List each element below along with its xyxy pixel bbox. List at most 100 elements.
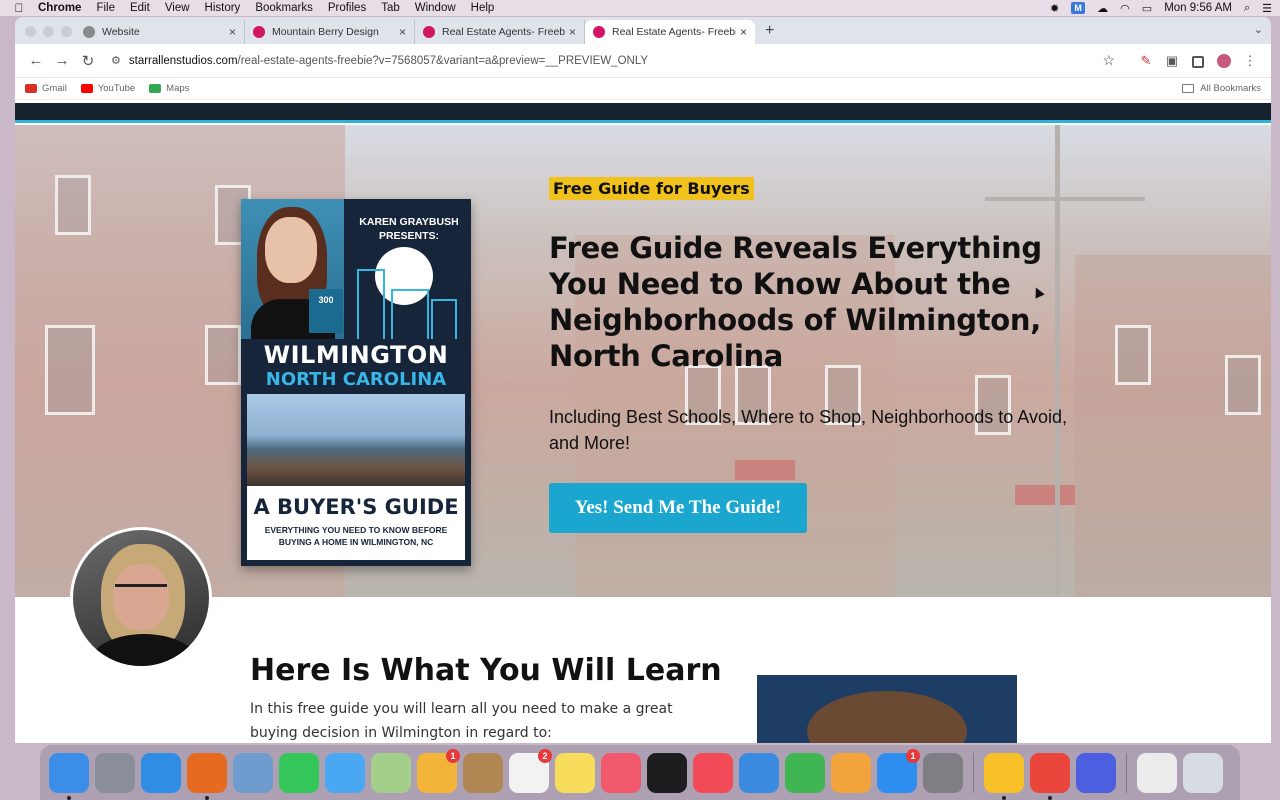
menubar-clock[interactable]: Mon 9:56 AM	[1164, 2, 1232, 14]
dock-perplexity-icon[interactable]	[1076, 752, 1116, 793]
menu-chrome[interactable]: Chrome	[38, 2, 81, 14]
send-guide-button[interactable]: Yes! Send Me The Guide!	[549, 483, 807, 533]
top-announcement-bar	[15, 103, 1271, 123]
bookmark-maps[interactable]: Maps	[149, 83, 189, 94]
camera-extension-icon[interactable]: ▣	[1159, 53, 1185, 69]
close-tab-icon[interactable]: ×	[569, 25, 576, 39]
learn-intro-text: In this free guide you will learn all yo…	[250, 701, 673, 741]
dock-news-icon[interactable]	[693, 752, 733, 793]
dock-pages-icon[interactable]	[831, 752, 871, 793]
profile-avatar-icon[interactable]	[1211, 53, 1237, 69]
agent-face	[265, 217, 317, 283]
menu-profiles[interactable]: Profiles	[328, 2, 366, 14]
menu-tab[interactable]: Tab	[381, 2, 400, 14]
dock-maps-icon[interactable]	[371, 752, 411, 793]
dock-app-store-icon[interactable]: 1	[877, 748, 920, 793]
back-arrow-icon[interactable]: ←	[23, 52, 49, 69]
tab-mountain-berry-design[interactable]: Mountain Berry Design ×	[245, 20, 415, 44]
notification-badge: 2	[538, 748, 552, 763]
bookmark-gmail[interactable]: Gmail	[25, 83, 67, 94]
tab-label: Real Estate Agents- Freebie	[442, 26, 565, 38]
browser-toolbar: ← → ↻ ⚙ starrallenstudios.com /real-esta…	[15, 44, 1271, 78]
dock-chrome-icon[interactable]	[1030, 752, 1070, 800]
notification-badge: 1	[906, 748, 920, 763]
cloud-icon[interactable]: ☁	[1097, 2, 1108, 15]
dock-launchpad-icon[interactable]	[95, 752, 135, 793]
site-info-icon[interactable]: ⚙	[111, 54, 121, 67]
book-city: WILMINGTON	[263, 341, 449, 369]
bookmark-label: Gmail	[42, 83, 67, 94]
status-area: ✹ M ☁ ◠ ▭ Mon 9:56 AM ⌕ ☰	[1050, 0, 1272, 16]
new-tab-icon[interactable]: +	[765, 22, 774, 40]
menu-bookmarks[interactable]: Bookmarks	[255, 2, 313, 14]
dock-music-icon[interactable]	[601, 752, 641, 793]
dock-safari-icon[interactable]	[141, 752, 181, 793]
presenter-body	[89, 634, 199, 666]
control-center-icon[interactable]: ☰	[1262, 2, 1272, 15]
all-bookmarks-label: All Bookmarks	[1200, 83, 1261, 94]
dock-reminders-icon[interactable]: 2	[509, 748, 552, 793]
kebab-menu-icon[interactable]: ⋮	[1237, 53, 1263, 69]
dock-keynote-icon[interactable]	[739, 752, 779, 793]
dock-contacts-icon[interactable]	[463, 752, 503, 793]
menu-history[interactable]: History	[205, 2, 241, 14]
battery-icon[interactable]: ▭	[1142, 2, 1152, 15]
pen-extension-icon[interactable]: ✎	[1133, 53, 1159, 69]
guide-book-cover: 300 KAREN GRAYBUSH PRESENTS: WILMINGTON …	[241, 199, 471, 566]
all-bookmarks-button[interactable]: All Bookmarks	[1182, 83, 1261, 94]
extensions-puzzle-icon[interactable]	[1185, 53, 1211, 68]
dock-photos-icon[interactable]: 1	[417, 748, 460, 793]
window-controls	[25, 26, 72, 37]
tab-search-chevron-icon[interactable]: ⌄	[1254, 23, 1263, 36]
tab-strip: Website × Mountain Berry Design × Real E…	[15, 17, 1271, 44]
dock-finder-icon[interactable]	[49, 752, 89, 800]
dock-messages-icon[interactable]	[325, 752, 365, 793]
bookmark-youtube[interactable]: YouTube	[80, 83, 136, 94]
close-tab-icon[interactable]: ×	[229, 25, 236, 39]
tab-website[interactable]: Website ×	[75, 20, 245, 44]
hero-headline: Free Guide Reveals Everything You Need t…	[549, 231, 1042, 373]
menu-app-icon[interactable]: M	[1071, 2, 1086, 14]
url-domain: starrallenstudios.com	[128, 54, 238, 67]
zoom-window-button[interactable]	[61, 26, 72, 37]
book-state: NORTH CAROLINA	[265, 369, 447, 390]
dock-slides-icon[interactable]	[984, 752, 1024, 800]
tab-real-estate-freebie-active[interactable]: Real Estate Agents- Freebie ×	[585, 20, 755, 44]
close-tab-icon[interactable]: ×	[740, 25, 747, 39]
dock-firefox-icon[interactable]	[187, 752, 227, 800]
close-window-button[interactable]	[25, 26, 36, 37]
dock-system-settings-icon[interactable]	[923, 752, 963, 793]
dock-facetime-icon[interactable]	[279, 752, 319, 793]
menu-edit[interactable]: Edit	[130, 2, 150, 14]
forward-arrow-icon[interactable]: →	[49, 52, 75, 69]
notification-badge: 1	[446, 748, 460, 763]
menu-window[interactable]: Window	[415, 2, 456, 14]
minimize-window-button[interactable]	[43, 26, 54, 37]
tab-real-estate-freebie[interactable]: Real Estate Agents- Freebie ×	[415, 20, 585, 44]
hero-section: 300 KAREN GRAYBUSH PRESENTS: WILMINGTON …	[15, 125, 1271, 597]
dock-trash-icon[interactable]	[1183, 752, 1223, 793]
bookmarks-bar: Gmail YouTube Maps All Bookmarks	[15, 78, 1271, 100]
book-title: A BUYER'S GUIDE	[253, 495, 459, 519]
dock-downloads-stack-icon[interactable]	[1137, 752, 1177, 793]
dock-notes-icon[interactable]	[555, 752, 595, 793]
presenter-face	[113, 564, 169, 630]
close-tab-icon[interactable]: ×	[399, 25, 406, 39]
dock-tv-icon[interactable]	[647, 752, 687, 793]
wifi-icon[interactable]: ◠	[1120, 2, 1130, 15]
reload-icon[interactable]: ↻	[75, 52, 101, 70]
spotlight-search-icon[interactable]: ⌕	[1244, 2, 1250, 15]
gear-status-icon[interactable]: ✹	[1050, 2, 1059, 15]
menu-file[interactable]: File	[96, 2, 115, 14]
site-favicon-icon	[593, 26, 605, 38]
dock-preview-icon[interactable]	[233, 752, 273, 793]
bookmark-star-icon[interactable]: ☆	[1102, 52, 1115, 69]
apple-menu-icon[interactable]: 	[0, 1, 38, 15]
menu-view[interactable]: View	[165, 2, 190, 14]
menu-help[interactable]: Help	[471, 2, 495, 14]
address-bar[interactable]: ⚙ starrallenstudios.com /real-estate-age…	[111, 47, 1125, 74]
bookmark-label: YouTube	[97, 83, 136, 94]
site-favicon-icon	[253, 26, 265, 38]
tab-label: Real Estate Agents- Freebie	[612, 26, 736, 38]
dock-numbers-icon[interactable]	[785, 752, 825, 793]
